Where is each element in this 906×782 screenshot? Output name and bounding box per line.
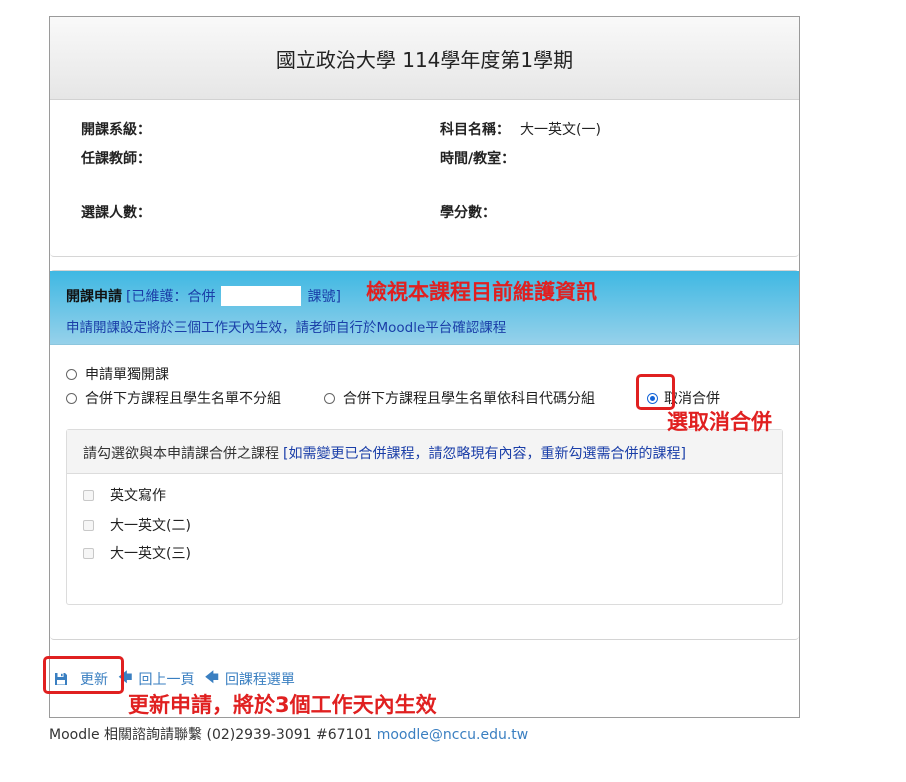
merge-course-label: 大一英文(二) [110, 518, 191, 534]
maintained-prefix: [已維護：合併 [126, 289, 216, 305]
back-link[interactable]: 🡄 回上一頁 [118, 667, 194, 691]
merge-course-checkbox[interactable] [83, 489, 94, 501]
merge-course-label: 英文寫作 [110, 488, 166, 504]
merge-course-item[interactable]: 大一英文(二) [83, 515, 191, 535]
teacher-label: 任課教師： [81, 151, 151, 167]
course-menu-link[interactable]: 🡄 回課程選單 [204, 667, 294, 691]
arrow-left-icon: 🡄 [204, 670, 219, 686]
time-room-field: 時間/教室： [440, 148, 515, 168]
merge-course-checkbox[interactable] [83, 547, 94, 559]
merge-heading-text: 請勾選欲與本申請課合併之課程 [83, 446, 279, 462]
option-merge-no-group-label: 合併下方課程且學生名單不分組 [85, 391, 281, 407]
merge-hint: [如需變更已合併課程，請忽略現有內容，重新勾選需合併的課程] [283, 446, 686, 462]
main-frame: 國立政治大學 114學年度第1學期 開課系級： 科目名稱： 大一英文(一) 任課教… [49, 16, 800, 718]
page-title: 國立政治大學 114學年度第1學期 [275, 48, 574, 72]
merge-course-checkbox[interactable] [83, 519, 94, 531]
footer: Moodle 相關諮詢請聯繫 (02)2939-3091 #67101 mood… [49, 724, 528, 744]
merge-course-item[interactable]: 英文寫作 [83, 485, 166, 505]
merge-course-item[interactable]: 大一英文(三) [83, 543, 191, 563]
merge-course-label: 大一英文(三) [110, 546, 191, 562]
option-merge-group-by-code[interactable]: 合併下方課程且學生名單依科目代碼分組 [324, 388, 595, 408]
option-standalone-label: 申請單獨開課 [85, 367, 169, 383]
enrollment-field: 選課人數： [81, 202, 151, 222]
course-name-value: 大一英文(一) [520, 122, 601, 138]
merge-courses-heading: 請勾選欲與本申請課合併之課程 [如需變更已合併課程，請忽略現有內容，重新勾選需合併… [67, 430, 782, 474]
radio-standalone[interactable] [66, 368, 77, 380]
highlight-cancel-merge [636, 374, 675, 410]
back-label: 回上一頁 [138, 672, 195, 688]
annotation-view-info: 檢視本課程目前維護資訊 [366, 280, 597, 304]
radio-merge-no-group[interactable] [66, 392, 77, 404]
time-room-label: 時間/教室： [440, 151, 516, 167]
maintained-course-id-blank [221, 286, 302, 306]
enrollment-label: 選課人數： [81, 205, 151, 221]
annotation-update-note: 更新申請，將於3個工作天內生效 [128, 693, 437, 717]
apply-title: 開課申請 [66, 289, 122, 305]
option-standalone[interactable]: 申請單獨開課 [66, 364, 169, 384]
credits-label: 學分數： [440, 205, 496, 221]
apply-panel: 開課申請 [已維護：合併 課號] 申請開課設定將於三個工作天內生效，請老師自行於… [50, 270, 799, 640]
course-name-label: 科目名稱： [440, 122, 510, 138]
credits-field: 學分數： [440, 202, 496, 222]
radio-merge-group-by-code[interactable] [324, 392, 335, 404]
page-header: 國立政治大學 114學年度第1學期 [50, 17, 799, 100]
highlight-update-button [43, 656, 124, 694]
maintained-suffix: 課號] [307, 289, 341, 305]
course-name-field: 科目名稱： 大一英文(一) [440, 119, 601, 139]
department-label: 開課系級： [81, 122, 151, 138]
course-menu-label: 回課程選單 [224, 672, 295, 688]
merge-courses-box: 請勾選欲與本申請課合併之課程 [如需變更已合併課程，請忽略現有內容，重新勾選需合併… [66, 429, 783, 605]
option-merge-group-by-code-label: 合併下方課程且學生名單依科目代碼分組 [343, 391, 595, 407]
footer-email-link[interactable]: moodle@nccu.edu.tw [377, 727, 529, 743]
teacher-field: 任課教師： [81, 148, 151, 168]
apply-notice: 申請開課設定將於三個工作天內生效，請老師自行於Moodle平台確認課程 [66, 320, 507, 336]
footer-text: Moodle 相關諮詢請聯繫 (02)2939-3091 #67101 [49, 727, 373, 743]
course-info-panel: 國立政治大學 114學年度第1學期 開課系級： 科目名稱： 大一英文(一) 任課教… [50, 17, 799, 257]
department-field: 開課系級： [81, 119, 151, 139]
option-merge-no-group[interactable]: 合併下方課程且學生名單不分組 [66, 388, 281, 408]
annotation-select-cancel: 選取消合併 [667, 410, 772, 434]
